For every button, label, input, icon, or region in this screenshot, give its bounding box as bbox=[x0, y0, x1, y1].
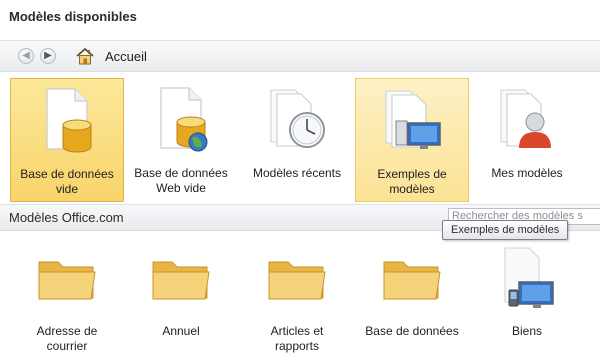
office-folder-item[interactable]: Base de données bbox=[355, 240, 469, 359]
template-recent[interactable]: Modèles récents bbox=[240, 78, 354, 202]
office-folder-item[interactable]: Annuel bbox=[124, 240, 238, 359]
computer-phone-icon bbox=[504, 247, 554, 308]
tile-label-line2: modèles bbox=[389, 182, 435, 196]
clock-icon bbox=[270, 89, 325, 148]
item-label-line1: Adresse de bbox=[36, 324, 98, 338]
folder-icon bbox=[152, 261, 210, 300]
office-computer-item[interactable]: Biens bbox=[470, 240, 584, 359]
database-icon bbox=[46, 88, 92, 153]
tile-label-line1: Base de données bbox=[20, 167, 114, 181]
template-blank-web-database[interactable]: Base de données Web vide bbox=[124, 78, 238, 202]
section-title: Modèles disponibles bbox=[0, 0, 600, 34]
tooltip: Exemples de modèles bbox=[442, 220, 569, 240]
item-label-line1: Articles et bbox=[270, 324, 324, 338]
template-samples[interactable]: Exemples de modèles bbox=[355, 78, 469, 202]
item-label-line2: courrier bbox=[46, 339, 88, 353]
item-label-line1: Annuel bbox=[162, 324, 200, 338]
home-icon[interactable] bbox=[75, 47, 95, 65]
tile-label: Modèles récents bbox=[252, 166, 342, 180]
item-label-line1: Base de données bbox=[365, 324, 459, 338]
folder-icon bbox=[38, 261, 96, 300]
forward-button[interactable]: ▶ bbox=[40, 48, 56, 64]
tile-label: Mes modèles bbox=[491, 166, 563, 180]
office-folder-item[interactable]: Articles et rapports bbox=[240, 240, 354, 359]
user-icon bbox=[500, 89, 551, 148]
tile-label-line1: Exemples de bbox=[377, 167, 447, 181]
breadcrumb[interactable]: Accueil bbox=[105, 49, 147, 64]
template-blank-database[interactable]: Base de données vide bbox=[10, 78, 124, 202]
office-folder-item[interactable]: Adresse de courrier bbox=[10, 240, 124, 359]
computer-icon bbox=[385, 90, 441, 149]
tile-label-line2: vide bbox=[55, 182, 78, 196]
tile-label-line1: Base de données bbox=[134, 166, 228, 180]
nav-bar: ◀ ▶ Accueil bbox=[0, 40, 600, 72]
back-button[interactable]: ◀ bbox=[18, 48, 34, 64]
tile-label-line2: Web vide bbox=[156, 181, 206, 195]
folder-icon bbox=[383, 261, 441, 300]
template-my-templates[interactable]: Mes modèles bbox=[470, 78, 584, 202]
folder-icon bbox=[268, 261, 326, 300]
item-label-line2: rapports bbox=[274, 339, 320, 353]
item-label-line1: Biens bbox=[511, 324, 543, 338]
web-database-icon bbox=[160, 87, 208, 152]
